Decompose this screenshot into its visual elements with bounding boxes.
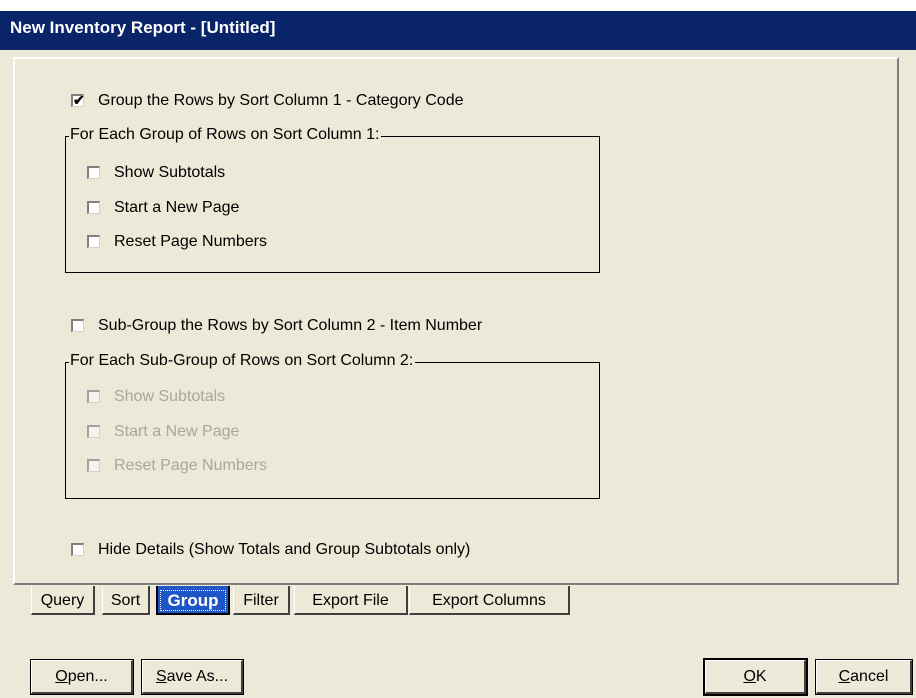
save-as-button-mnemonic: S [155,668,167,685]
subgroup-rows-label: Sub-Group the Rows by Sort Column 2 - It… [98,317,483,334]
checkbox-box[interactable] [87,235,100,248]
checkbox-box[interactable] [87,166,100,179]
group1-frame-title: For Each Group of Rows on Sort Column 1: [69,126,382,144]
open-button[interactable]: Open... [31,660,133,694]
tab-sort[interactable]: Sort [102,586,150,615]
checkbox-box[interactable] [71,319,84,332]
group1-options-frame: For Each Group of Rows on Sort Column 1:… [65,126,600,273]
checkbox-label: Show Subtotals [114,164,226,181]
save-as-button-label: ave As... [166,668,229,685]
open-button-label: pen... [67,668,108,685]
checkbox-box[interactable]: ✔ [71,92,85,108]
group-rows-label: Group the Rows by Sort Column 1 - Catego… [98,92,464,109]
cancel-button[interactable]: Cancel [816,660,912,694]
group2-options-frame: For Each Sub-Group of Rows on Sort Colum… [65,352,600,499]
tab-query[interactable]: Query [31,586,95,615]
tab-export-file[interactable]: Export File [294,586,408,615]
title-bar[interactable]: New Inventory Report - [Untitled] [0,0,916,50]
tab-filter[interactable]: Filter [233,586,290,615]
checkmark-icon: ✔ [73,92,85,108]
checkbox-label: Reset Page Numbers [114,233,267,250]
group-tab-panel: ✔ Group the Rows by Sort Column 1 - Cate… [13,57,899,585]
cancel-button-label: ancel [850,668,889,685]
group2-frame-title: For Each Sub-Group of Rows on Sort Colum… [69,352,416,370]
checkbox-box[interactable] [87,459,100,472]
tab-export-columns[interactable]: Export Columns [409,586,570,615]
ok-button-label: K [755,668,767,685]
tab-group[interactable]: Group [156,586,230,615]
checkbox-box[interactable] [87,201,100,214]
checkbox-label: Start a New Page [114,199,240,216]
window-title: New Inventory Report - [Untitled] [10,18,276,37]
checkbox-box[interactable] [87,425,100,438]
checkbox-box[interactable] [71,543,84,556]
checkbox-box[interactable] [87,390,100,403]
save-as-button[interactable]: Save As... [142,660,243,694]
ok-button[interactable]: OK [705,660,806,694]
open-button-mnemonic: O [55,668,68,685]
cancel-button-mnemonic: C [838,668,851,685]
hide-details-label: Hide Details (Show Totals and Group Subt… [98,541,471,558]
checkbox-label: Reset Page Numbers [114,457,267,474]
checkbox-label: Show Subtotals [114,388,226,405]
ok-button-mnemonic: O [743,668,756,685]
checkbox-label: Start a New Page [114,423,240,440]
